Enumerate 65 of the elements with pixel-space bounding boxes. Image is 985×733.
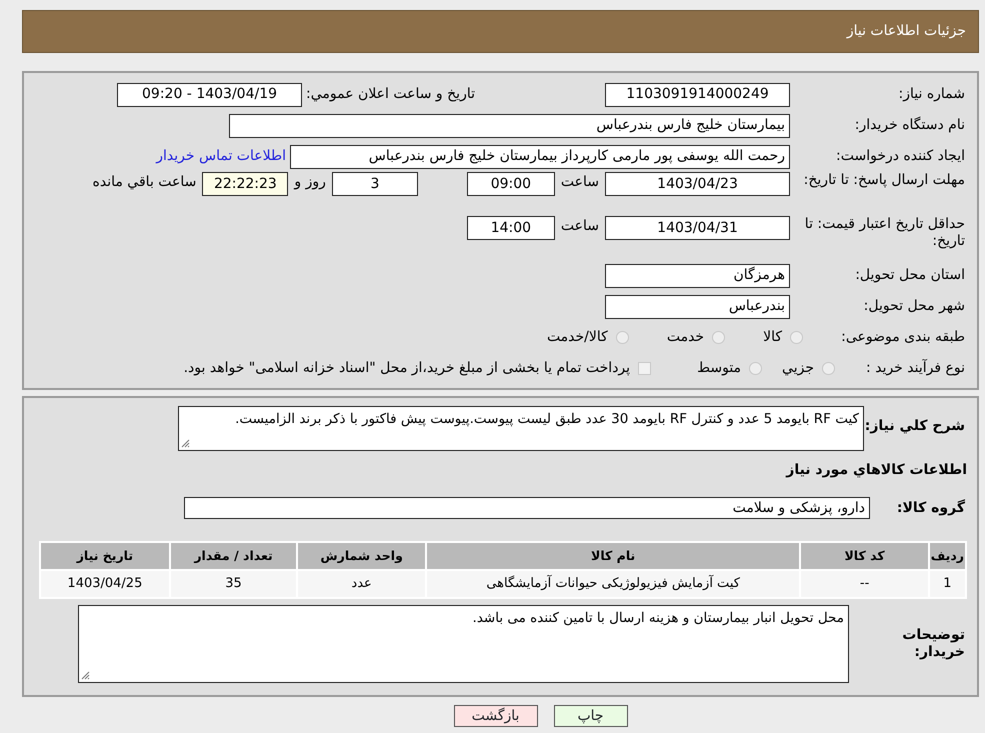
validity-time-field: 14:00 <box>466 216 555 240</box>
radio-button[interactable] <box>712 331 726 344</box>
radio-label: کالا <box>763 328 782 347</box>
goods-group-field: دارو، پزشکی و سلامت <box>184 497 870 519</box>
field-label: نوع فرآیند خرید : <box>865 360 966 377</box>
field-label: مهلت ارسال پاسخ: تا تاریخ: <box>802 172 966 189</box>
field-label: توضیحات خریدار: <box>901 627 966 661</box>
validity-date-field: 1403/04/31 <box>605 216 790 240</box>
checkbox[interactable] <box>638 362 652 375</box>
radio-button[interactable] <box>790 331 803 344</box>
description-text: کیت RF بایومد 5 عدد و کنترل RF بایومد 30 عدد طبق لیست پیوست.پیوست پیش فاکتور با ذکر برند الزامیست. <box>235 411 859 427</box>
field-label: استان محل تحویل: <box>854 267 966 284</box>
buyer-notes-field[interactable]: محل تحویل انبار بیمارستان و هزینه ارسال با تامین کننده می باشد. <box>78 605 849 683</box>
table-cell: عدد <box>297 570 426 598</box>
requester-field: رحمت الله یوسفی پور مارمی کارپرداز بیمارستان خلیج فارس بندرعباس <box>290 144 790 168</box>
column-header: تعداد / مقدار <box>170 542 298 570</box>
back-button[interactable]: بازگشت <box>454 705 538 727</box>
buyer-org-field: بیمارستان خلیج فارس بندرعباس <box>229 114 790 138</box>
buyer-contact-link[interactable]: اطلاعات تماس خریدار <box>156 146 286 167</box>
field-label: شماره نیاز: <box>898 86 966 103</box>
field-label: طبقه بندی موضوعی: <box>840 329 966 346</box>
need-number-field: 1103091914000249 <box>605 82 790 106</box>
table-cell: 1403/04/25 <box>40 570 170 598</box>
section-heading: اطلاعات كالاهاي مورد نياز <box>786 460 967 480</box>
reply-time-field: 09:00 <box>466 172 555 196</box>
field-label: شرح کلي نياز: <box>864 417 966 435</box>
radio-label: متوسط <box>697 359 742 378</box>
announce-date-field: 1403/04/19 - 09:20 <box>117 82 302 106</box>
resize-grip-icon[interactable] <box>81 671 90 680</box>
days-label: روز و <box>294 173 326 192</box>
column-header: کد کالا <box>800 542 929 570</box>
radio-button[interactable] <box>822 362 835 375</box>
treasury-note: پرداخت تمام یا بخشی از مبلغ خرید،از محل "اسناد خزانه اسلامی" خواهد بود. <box>184 359 630 378</box>
city-field: بندرعباس <box>605 294 790 318</box>
remaining-time-field: 22:22:23 <box>202 172 288 196</box>
field-label: تاريخ و ساعت اعلان عمومي: <box>305 86 476 103</box>
buyer-notes-text: محل تحویل انبار بیمارستان و هزینه ارسال با تامین کننده می باشد. <box>472 610 844 626</box>
table-cell: کیت آزمایش فیزیولوژیکی حیوانات آزمایشگاهی <box>426 570 800 598</box>
table-cell: 1 <box>928 570 966 598</box>
resize-grip-icon[interactable] <box>181 439 190 448</box>
column-header: نام کالا <box>426 542 800 570</box>
print-button[interactable]: چاپ <box>554 705 628 727</box>
province-field: هرمزگان <box>605 264 790 288</box>
radio-label: خدمت <box>666 328 704 347</box>
page-title: جزئیات اطلاعات نیاز <box>846 22 966 41</box>
field-label: نام دستگاه خریدار: <box>854 117 966 134</box>
field-label: حداقل تاریخ اعتبار قیمت: تا تاریخ: <box>804 216 966 250</box>
radio-button[interactable] <box>616 331 629 344</box>
table-cell: -- <box>800 570 929 598</box>
field-label: ایجاد کننده درخواست: <box>835 148 966 165</box>
radio-label: کالا/خدمت <box>546 328 608 347</box>
remaining-label: ساعت باقي مانده <box>92 173 196 192</box>
table-cell: 35 <box>170 570 298 598</box>
radio-label: جزيي <box>782 359 814 378</box>
time-label: ساعت <box>560 217 599 236</box>
column-header: تاریخ نیاز <box>40 542 170 570</box>
column-header: واحد شمارش <box>297 542 426 570</box>
field-label: گروه کالا: <box>896 500 966 516</box>
description-field[interactable]: کیت RF بایومد 5 عدد و کنترل RF بایومد 30 عدد طبق لیست پیوست.پیوست پیش فاکتور با ذکر برند الزامیست. <box>178 406 864 451</box>
days-field: 3 <box>332 172 418 196</box>
time-label: ساعت <box>560 173 599 192</box>
radio-button[interactable] <box>749 362 762 375</box>
column-header: ردیف <box>928 542 966 570</box>
reply-date-field: 1403/04/23 <box>605 172 790 196</box>
field-label: شهر محل تحویل: <box>862 298 966 315</box>
